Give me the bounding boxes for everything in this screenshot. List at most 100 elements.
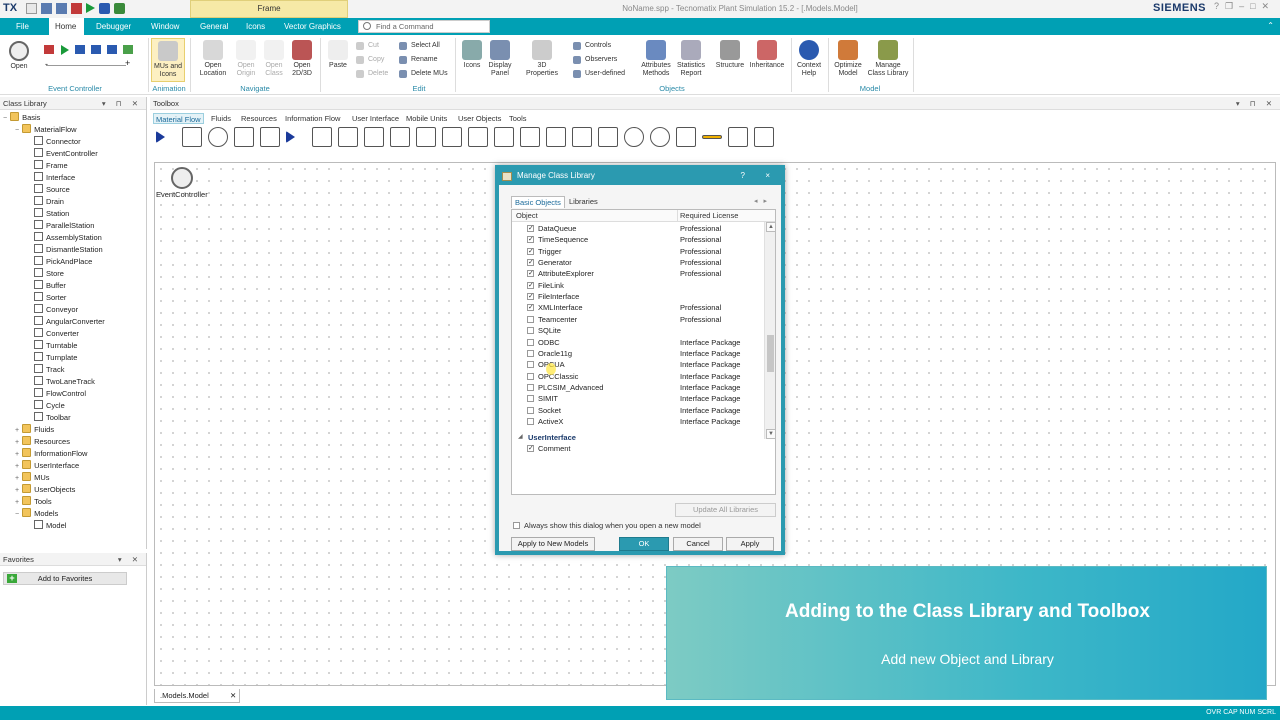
tab-libraries[interactable]: Libraries (566, 196, 601, 208)
mus-and-icons-button[interactable]: MUs and Icons (151, 38, 185, 82)
checkbox[interactable]: ✓ (527, 259, 534, 267)
checkbox[interactable] (527, 383, 534, 391)
save-icon[interactable] (41, 3, 52, 14)
dismantle-station-icon[interactable] (416, 127, 436, 147)
list-item[interactable]: ✓ Generator Professional (512, 257, 764, 268)
start-icon[interactable] (61, 45, 69, 55)
toolbox-tab-user-objects[interactable]: User Objects (456, 113, 503, 124)
optimize-model-button[interactable]: Optimize Model (832, 40, 864, 78)
list-item[interactable]: SQLite (512, 325, 764, 336)
tree-item-connector[interactable]: Connector (34, 136, 81, 148)
always-show-checkbox[interactable]: Always show this dialog when you open a … (513, 521, 701, 531)
panel-controls[interactable]: ▾ ⊓ ✕ (1236, 97, 1276, 110)
new-icon[interactable] (26, 3, 37, 14)
tree-item-interface[interactable]: Interface (34, 172, 75, 184)
ok-button[interactable]: OK (619, 537, 669, 551)
list-item[interactable]: SIMIT Interface Package (512, 393, 764, 404)
tree-item-dismantlestation[interactable]: DismantleStation (34, 244, 103, 256)
start-icon[interactable] (86, 3, 95, 13)
expand-icon[interactable]: + (15, 475, 19, 482)
slider-minus-icon[interactable]: - (45, 59, 48, 69)
toolbox-tab-user-interface[interactable]: User Interface (350, 113, 401, 124)
tree-item-toolbar[interactable]: Toolbar (34, 412, 71, 424)
ribbon-collapse-icon[interactable]: ⌃ (1267, 21, 1274, 30)
tree-item-eventcontroller[interactable]: EventController (34, 148, 98, 160)
checkbox[interactable]: ✓ (527, 304, 534, 312)
list-group-userinterface[interactable]: ◢ UserInterface (512, 432, 764, 443)
toolbox-tab-information-flow[interactable]: Information Flow (283, 113, 342, 124)
frame-icon[interactable] (234, 127, 254, 147)
checkbox[interactable] (527, 349, 534, 357)
tab-window[interactable]: Window (145, 18, 185, 35)
toolbox-tab-resources[interactable]: Resources (239, 113, 279, 124)
cycle-icon[interactable] (754, 127, 774, 147)
angular-converter-icon[interactable] (572, 127, 592, 147)
step-icon[interactable] (91, 45, 101, 54)
tree-item-pickandplace[interactable]: PickAndPlace (34, 256, 92, 268)
checkbox[interactable] (527, 372, 534, 380)
conveyor-icon[interactable] (546, 127, 566, 147)
structure-button[interactable]: Structure (712, 40, 748, 70)
maximize-icon[interactable]: □ (1250, 1, 1255, 12)
attributes-methods-button[interactable]: Attributes Methods (638, 40, 674, 78)
assembly-station-icon[interactable] (390, 127, 410, 147)
tree-item-mus[interactable]: + MUs (15, 472, 50, 484)
paste-button[interactable]: Paste (325, 40, 351, 70)
checkbox[interactable] (527, 395, 534, 403)
flow-control-icon[interactable] (728, 127, 748, 147)
help-button[interactable]: ? (741, 169, 745, 183)
column-divider[interactable] (677, 210, 678, 222)
cancel-button[interactable]: Cancel (673, 537, 723, 551)
slider-plus-icon[interactable]: + (125, 58, 130, 68)
tree-item-tools[interactable]: + Tools (15, 496, 52, 508)
restore-icon[interactable]: ❐ (1225, 1, 1233, 12)
document-tab[interactable]: .Models.Model ✕ (154, 689, 240, 703)
object-list[interactable]: Object Required License ✓ DataQueue Profes… (511, 209, 776, 495)
tree-item-flowcontrol[interactable]: FlowControl (34, 388, 86, 400)
drain-icon[interactable] (312, 127, 332, 147)
icons-button[interactable]: Icons (460, 40, 484, 70)
tree-item-frame[interactable]: Frame (34, 160, 68, 172)
list-item[interactable]: ✓ AttributeExplorer Professional (512, 268, 764, 279)
checkbox[interactable] (527, 338, 534, 346)
tree-item-track[interactable]: Track (34, 364, 64, 376)
tree-item-parallelstation[interactable]: ParallelStation (34, 220, 94, 232)
expand-icon[interactable]: + (15, 451, 19, 458)
list-item[interactable]: Oracle11g Interface Package (512, 348, 764, 359)
tree-item-informationflow[interactable]: + InformationFlow (15, 448, 87, 460)
list-item[interactable]: ✓ TimeSequence Professional (512, 234, 764, 245)
3d-properties-button[interactable]: 3D Properties (520, 40, 564, 78)
tree-item-store[interactable]: Store (34, 268, 64, 280)
tree-item-resources[interactable]: + Resources (15, 436, 70, 448)
stop-icon[interactable] (107, 45, 117, 54)
tree-item-basis[interactable]: − Basis (3, 112, 40, 124)
user-defined-button[interactable]: User-defined (573, 68, 625, 79)
interface-icon[interactable] (260, 127, 280, 147)
select-all-button[interactable]: Select All (399, 40, 440, 51)
list-item[interactable]: ✓ Comment (512, 443, 764, 454)
minimize-icon[interactable]: – (1239, 1, 1244, 12)
context-help-button[interactable]: Context Help (794, 40, 824, 78)
tab-file[interactable]: File (10, 18, 35, 35)
tab-debugger[interactable]: Debugger (90, 18, 137, 35)
checkbox[interactable] (527, 327, 534, 335)
tree-item-models[interactable]: − Models (15, 508, 58, 520)
tree-item-station[interactable]: Station (34, 208, 69, 220)
two-lane-track-icon[interactable] (702, 135, 722, 139)
checkbox[interactable]: ✓ (527, 247, 534, 255)
open-origin-button[interactable]: Open Origin (232, 40, 260, 78)
list-item[interactable]: ✓ XMLInterface Professional (512, 302, 764, 313)
event-controller-object[interactable]: EventController (156, 167, 208, 199)
tree-item-conveyor[interactable]: Conveyor (34, 304, 78, 316)
fast-icon[interactable] (75, 45, 85, 54)
list-item[interactable]: ✓ DataQueue Professional (512, 223, 764, 234)
delete-mus-button[interactable]: Delete MUs (399, 68, 448, 79)
toolbox-tab-fluids[interactable]: Fluids (209, 113, 233, 124)
checkbox[interactable] (527, 417, 534, 425)
converter-icon[interactable] (598, 127, 618, 147)
tree-item-cycle[interactable]: Cycle (34, 400, 65, 412)
list-item[interactable]: ActiveX Interface Package (512, 416, 764, 427)
list-scrollbar[interactable]: ▲ ▼ (764, 222, 775, 439)
observers-button[interactable]: Observers (573, 54, 617, 65)
fast-forward-icon[interactable] (99, 3, 110, 14)
